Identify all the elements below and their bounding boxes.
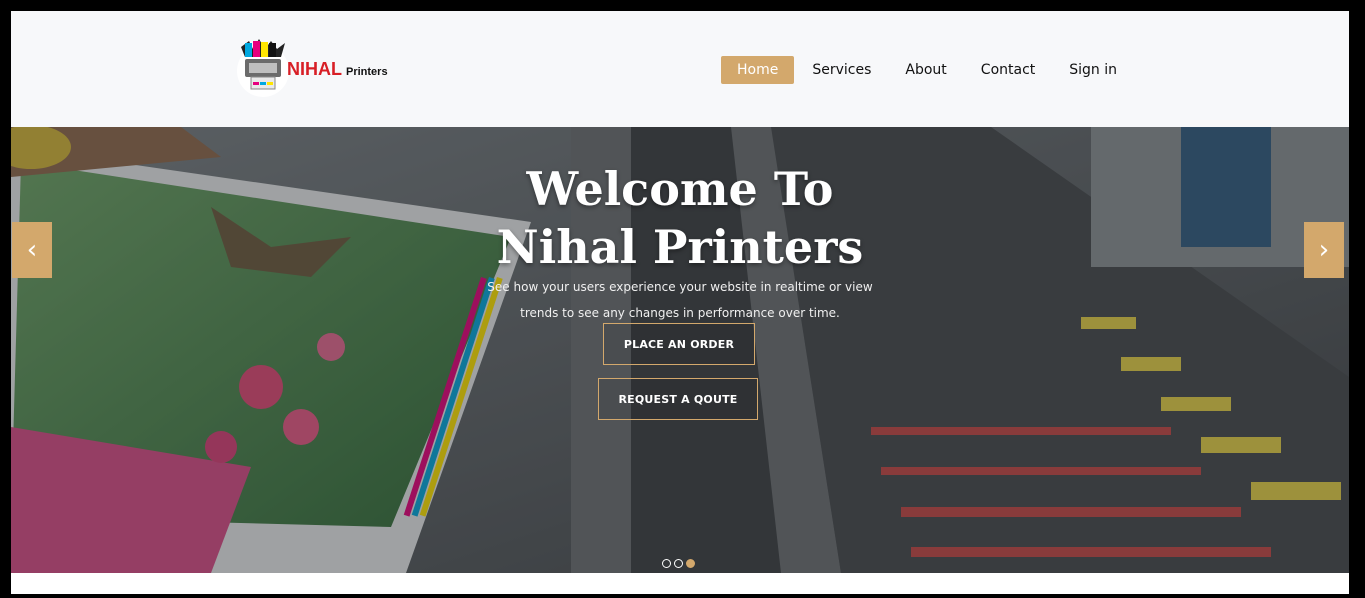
hero-title-line-2: Nihal Printers [496,219,864,274]
place-order-button[interactable]: PLACE AN ORDER [603,323,755,365]
carousel-dot-3[interactable] [686,559,695,568]
site-logo[interactable]: NIHAL Printers [231,37,431,99]
chevron-right-icon: › [1318,235,1330,265]
nav-sign-in[interactable]: Sign in [1053,56,1133,84]
logo-sub: Printers [346,66,388,78]
chevron-left-icon: ‹ [26,235,38,265]
nav-about[interactable]: About [889,56,962,84]
logo-brand: NIHAL [287,59,342,79]
logo-text: NIHAL Printers [287,59,388,80]
site-header: NIHAL Printers Home Services About Contac… [11,11,1349,127]
nav-services[interactable]: Services [796,56,887,84]
hero-title: Welcome To Nihal Printers [11,160,1349,276]
browser-frame: NIHAL Printers Home Services About Contac… [0,0,1365,598]
carousel-indicators [662,559,695,568]
main-nav: Home Services About Contact Sign in [721,56,1135,84]
carousel-dot-1[interactable] [662,559,671,568]
carousel-prev-button[interactable]: ‹ [12,222,52,278]
nav-home[interactable]: Home [721,56,795,84]
hero-subtitle: See how your users experience your websi… [487,280,873,320]
printer-logo-icon [237,39,289,97]
hero-title-line-1: Welcome To [526,161,834,216]
page: NIHAL Printers Home Services About Contac… [11,11,1349,594]
carousel-dot-2[interactable] [674,559,683,568]
hero-carousel: Welcome To Nihal Printers See how your u… [11,127,1349,573]
carousel-next-button[interactable]: › [1304,222,1344,278]
nav-contact[interactable]: Contact [965,56,1051,84]
request-quote-button[interactable]: REQUEST A QOUTE [598,378,758,420]
